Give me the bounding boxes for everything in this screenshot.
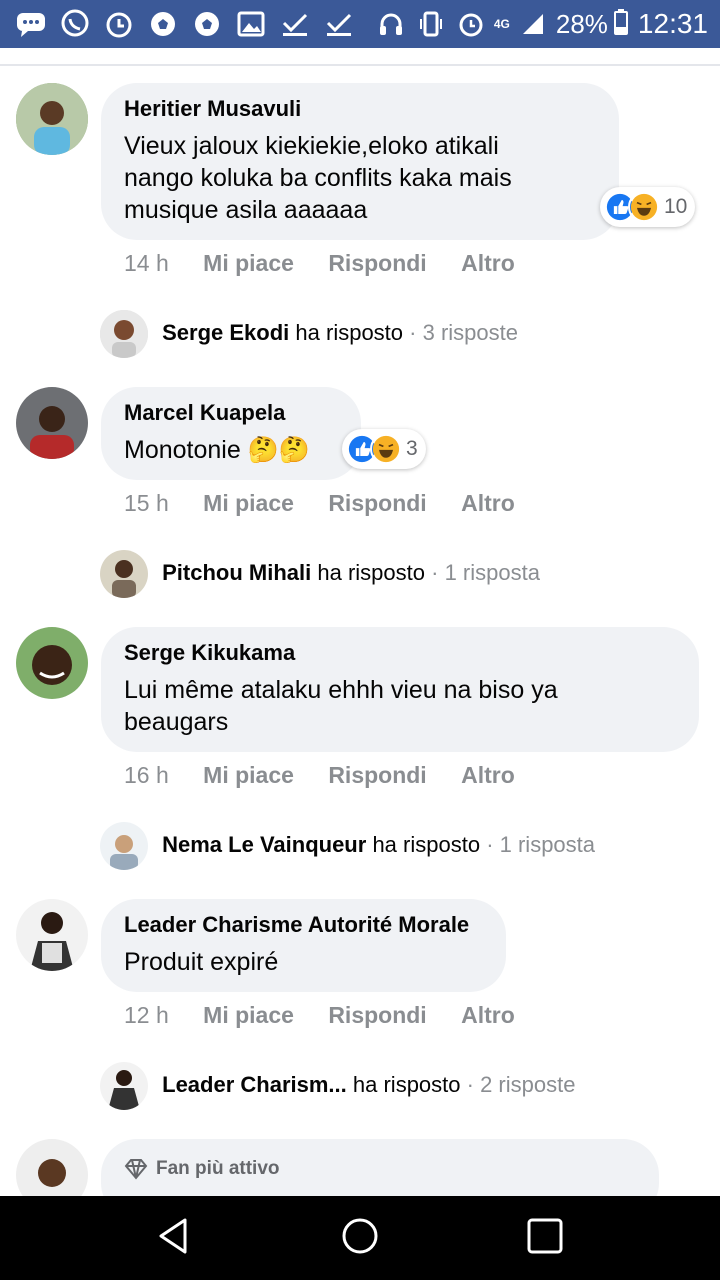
reply-count: · 2 risposte <box>466 1071 576 1097</box>
comment-author[interactable]: Heritier Musavuli <box>124 96 301 122</box>
check-icon <box>322 8 356 40</box>
reaction-summary[interactable]: 3 <box>342 429 426 469</box>
avatar[interactable] <box>16 83 88 155</box>
reply-author: Serge Ekodi <box>162 319 290 345</box>
reply-verb: ha risposto <box>352 1071 461 1097</box>
haha-reaction-icon <box>370 433 402 465</box>
navigation-bar <box>0 1196 720 1280</box>
status-bar: 4G 28% 12:31 <box>0 0 720 48</box>
check-icon <box>278 8 312 40</box>
reply-verb: ha risposto <box>372 831 481 857</box>
comment-actions: 15 h Mi piace Rispondi Altro <box>124 490 515 517</box>
diamond-icon <box>124 1159 148 1180</box>
comment-text: Lui même atalaku ehhh vieu na biso ya be… <box>124 674 558 738</box>
home-icon[interactable] <box>340 1216 380 1261</box>
avatar[interactable] <box>16 899 88 971</box>
comment-author[interactable]: Leader Charisme Autorité Morale <box>124 912 469 938</box>
soccer-ball-icon <box>190 8 224 40</box>
avatar[interactable] <box>16 387 88 459</box>
gallery-icon <box>234 8 268 40</box>
reaction-count: 3 <box>406 437 418 460</box>
vibrate-icon <box>414 8 448 40</box>
replies-link[interactable]: Pitchou Mihali ha risposto · 1 risposta <box>100 550 540 598</box>
reply-count: · 1 risposta <box>486 831 596 857</box>
avatar <box>100 550 148 598</box>
more-button[interactable]: Altro <box>461 1002 515 1028</box>
comment-line: musique asila aaaaaa <box>124 196 368 224</box>
reply-author: Leader Charism... <box>162 1071 347 1097</box>
comment-line: beaugars <box>124 708 229 736</box>
like-button[interactable]: Mi piace <box>203 490 294 516</box>
haha-reaction-icon <box>628 191 660 223</box>
network-type: 4G <box>493 17 510 31</box>
replies-link[interactable]: Leader Charism... ha risposto · 2 rispos… <box>100 1062 575 1110</box>
notification-icons <box>14 8 356 40</box>
comment-actions: 12 h Mi piace Rispondi Altro <box>124 1002 515 1029</box>
more-button[interactable]: Altro <box>461 762 515 788</box>
message-icon <box>14 8 48 40</box>
comment-time: 16 h <box>124 762 169 788</box>
replies-link[interactable]: Serge Ekodi ha risposto · 3 risposte <box>100 310 518 358</box>
reply-verb: ha risposto <box>317 559 425 585</box>
like-button[interactable]: Mi piace <box>203 1002 294 1028</box>
battery-percent: 28% <box>555 8 608 39</box>
avatar <box>100 310 148 358</box>
reply-verb: ha risposto <box>295 319 404 345</box>
avatar[interactable] <box>16 627 88 699</box>
badge-label: Fan più attivo <box>156 1158 280 1179</box>
comment-line: Vieux jaloux kiekiekie,eloko atikali <box>124 132 499 160</box>
comment-author[interactable]: Marcel Kuapela <box>124 400 285 426</box>
reply-count: · 1 risposta <box>431 559 540 585</box>
status-right: 4G 28% 12:31 <box>374 6 708 42</box>
avatar <box>100 822 148 870</box>
more-button[interactable]: Altro <box>461 490 515 516</box>
comment-text: Produit expiré <box>124 948 279 976</box>
comment-time: 12 h <box>124 1002 169 1028</box>
comment-time: 14 h <box>124 250 169 276</box>
reaction-count: 10 <box>664 195 688 218</box>
back-icon[interactable] <box>155 1216 195 1261</box>
header-divider <box>0 64 720 66</box>
reply-count: · 3 risposte <box>409 319 518 345</box>
battery-icon <box>613 8 628 40</box>
comment-line: nango koluka ba conflits kaka mais <box>124 164 512 192</box>
soccer-ball-icon <box>146 8 180 40</box>
alarm-icon <box>102 8 136 40</box>
like-button[interactable]: Mi piace <box>203 762 294 788</box>
comment-text: Monotonie 🤔🤔 <box>124 436 310 464</box>
more-button[interactable]: Altro <box>461 250 515 276</box>
comment-text: Vieux jaloux kiekiekie,eloko atikali nan… <box>124 130 512 226</box>
like-button[interactable]: Mi piace <box>203 250 294 276</box>
recents-icon[interactable] <box>525 1216 565 1261</box>
comment-line: Lui même atalaku ehhh vieu na biso ya <box>124 676 558 704</box>
reply-author: Pitchou Mihali <box>162 559 312 585</box>
reply-author: Nema Le Vainqueur <box>162 831 367 857</box>
replies-link[interactable]: Nema Le Vainqueur ha risposto · 1 rispos… <box>100 822 595 870</box>
headset-icon <box>374 8 408 40</box>
reply-button[interactable]: Rispondi <box>328 490 426 516</box>
comment-actions: 16 h Mi piace Rispondi Altro <box>124 762 515 789</box>
signal-icon <box>516 8 550 40</box>
comment-author[interactable]: Serge Kikukama <box>124 640 295 666</box>
avatar <box>100 1062 148 1110</box>
top-fan-badge: Fan più attivo <box>124 1158 280 1180</box>
clock: 12:31 <box>637 8 708 39</box>
comment-actions: 14 h Mi piace Rispondi Altro <box>124 250 515 277</box>
reply-button[interactable]: Rispondi <box>328 762 426 788</box>
reaction-summary[interactable]: 10 <box>600 187 696 227</box>
alarm-icon <box>454 8 488 40</box>
comment-time: 15 h <box>124 490 169 516</box>
reply-button[interactable]: Rispondi <box>328 250 426 276</box>
reply-button[interactable]: Rispondi <box>328 1002 426 1028</box>
whatsapp-icon <box>58 8 92 40</box>
